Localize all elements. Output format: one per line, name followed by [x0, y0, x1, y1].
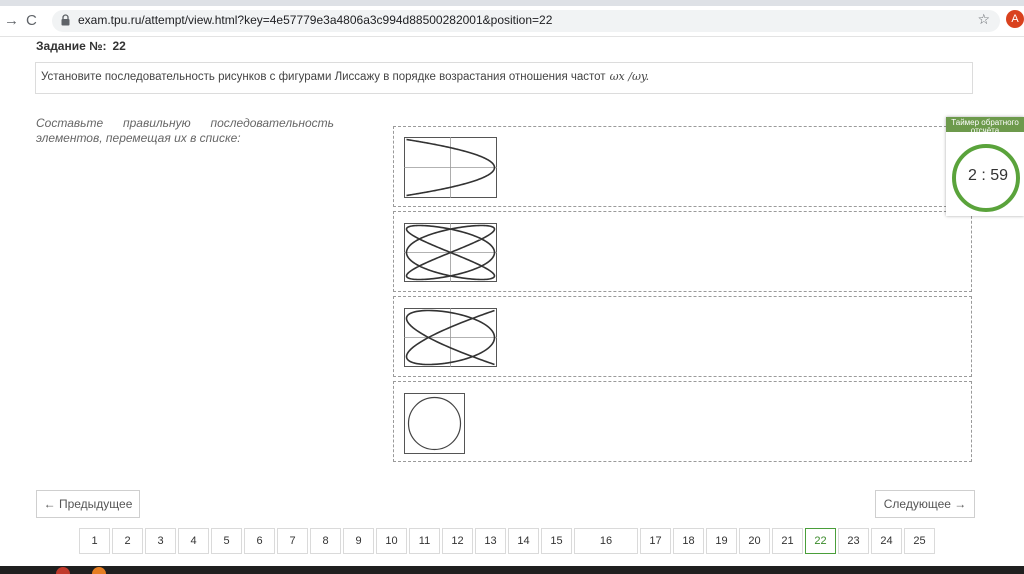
page-button[interactable]: 12: [442, 528, 473, 554]
reload-icon[interactable]: C: [26, 11, 37, 31]
countdown-timer: Таймер обратного отсчёта 2 : 59: [946, 117, 1024, 216]
task-number: 22: [112, 39, 126, 53]
instruction-text: Составьте правильную последовательность …: [36, 116, 334, 145]
page-button[interactable]: 13: [475, 528, 506, 554]
taskbar-app-icon[interactable]: [56, 567, 70, 574]
previous-button[interactable]: ← Предыдущее: [36, 490, 140, 518]
page-button[interactable]: 14: [508, 528, 539, 554]
page-button[interactable]: 25: [904, 528, 935, 554]
page-button[interactable]: 6: [244, 528, 275, 554]
question-text-line: Установите последовательность рисунков с…: [41, 70, 649, 83]
lissajous-figure-3: [404, 308, 497, 367]
browser-toolbar: → C exam.tpu.ru/attempt/view.html?key=4e…: [0, 6, 1024, 37]
bookmark-star-icon[interactable]: ☆: [977, 11, 990, 28]
page-button[interactable]: 21: [772, 528, 803, 554]
sortable-item-2[interactable]: [393, 211, 972, 292]
page-button[interactable]: 18: [673, 528, 704, 554]
page-button[interactable]: 15: [541, 528, 572, 554]
os-taskbar: [0, 566, 1024, 574]
page-button[interactable]: 1: [79, 528, 110, 554]
page-button[interactable]: 4: [178, 528, 209, 554]
page-button[interactable]: 8: [310, 528, 341, 554]
lissajous-figure-1: [404, 137, 497, 198]
task-label: Задание №:: [36, 39, 107, 53]
address-bar[interactable]: exam.tpu.ru/attempt/view.html?key=4e5777…: [52, 10, 1000, 32]
arrow-left-icon[interactable]: →: [4, 11, 19, 31]
page-button[interactable]: 3: [145, 528, 176, 554]
page-button[interactable]: 11: [409, 528, 440, 554]
lissajous-figure-2: [404, 223, 497, 282]
frequency-ratio-formula: ωx /ωy.: [609, 70, 650, 83]
question-box: Установите последовательность рисунков с…: [35, 62, 973, 94]
page-button[interactable]: 7: [277, 528, 308, 554]
taskbar-app-icon[interactable]: [92, 567, 106, 574]
page-button[interactable]: 2: [112, 528, 143, 554]
page-button[interactable]: 10: [376, 528, 407, 554]
sortable-item-1[interactable]: [393, 126, 972, 207]
page-button[interactable]: 17: [640, 528, 671, 554]
page-button[interactable]: 24: [871, 528, 902, 554]
circle-figure: [404, 393, 465, 454]
profile-avatar[interactable]: A: [1006, 10, 1024, 28]
page-button[interactable]: 20: [739, 528, 770, 554]
task-header: Задание №: 22: [36, 39, 126, 53]
timer-title: Таймер обратного отсчёта: [946, 117, 1024, 135]
page-button[interactable]: 19: [706, 528, 737, 554]
page-button[interactable]: 5: [211, 528, 242, 554]
question-text: Установите последовательность рисунков с…: [41, 71, 606, 83]
lock-icon: [61, 14, 70, 26]
page-button[interactable]: 22: [805, 528, 836, 554]
sortable-item-4[interactable]: [393, 381, 972, 462]
page-button[interactable]: 9: [343, 528, 374, 554]
timer-value: 2 : 59: [967, 167, 1009, 184]
page-button[interactable]: 23: [838, 528, 869, 554]
page-button[interactable]: 16: [574, 528, 638, 554]
url-text: exam.tpu.ru/attempt/view.html?key=4e5777…: [78, 13, 553, 27]
sortable-item-3[interactable]: [393, 296, 972, 377]
next-button[interactable]: Следующее →: [875, 490, 975, 518]
